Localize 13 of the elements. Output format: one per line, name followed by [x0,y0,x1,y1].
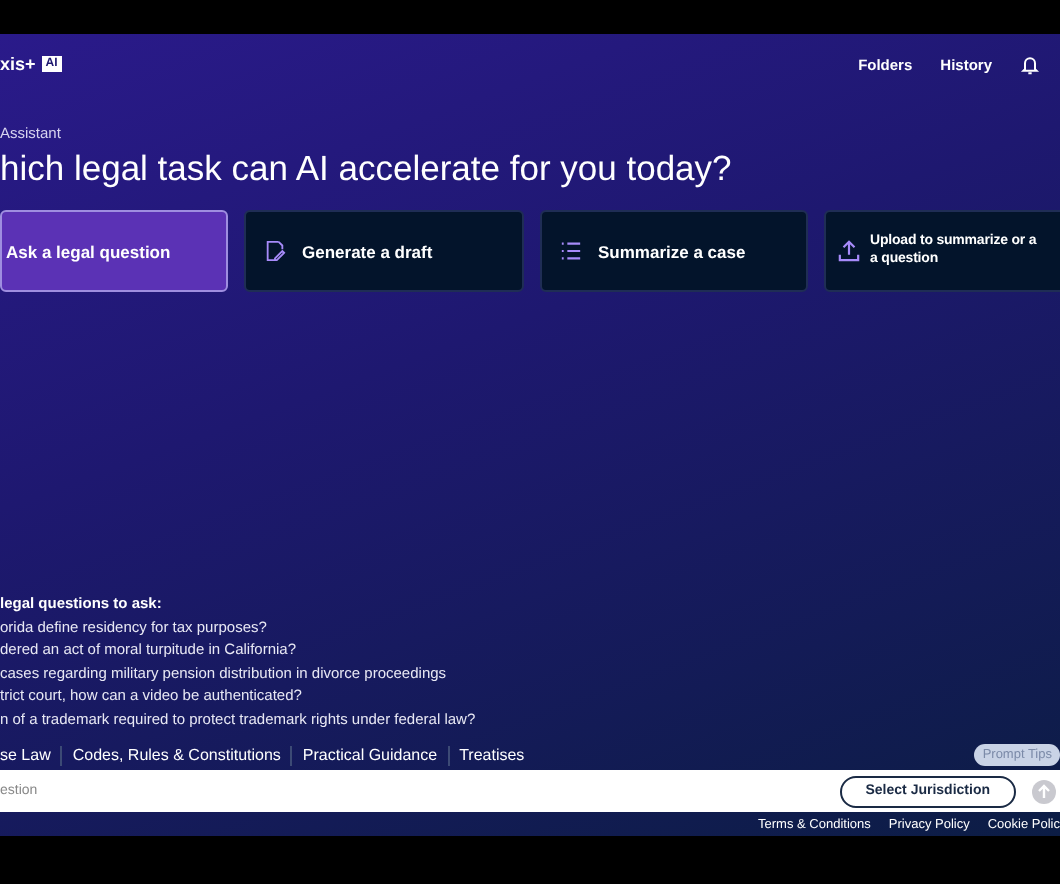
task-card[interactable]: Summarize a case [540,210,808,292]
list-icon [560,240,582,262]
source-filter-link[interactable]: Codes, Rules & Constitutions [72,746,281,764]
source-filter-link[interactable]: Practical Guidance [302,746,438,764]
page-heading: hich legal task can AI accelerate for you today? [0,148,734,190]
source-filter-link[interactable]: se Law [0,746,51,764]
logo-text: xis+ [0,54,36,74]
upload-icon [838,240,860,262]
source-filter-link[interactable]: Treatises [459,746,525,764]
bell-icon[interactable] [1020,53,1040,75]
task-card[interactable]: Ask a legal question [0,210,228,292]
task-card[interactable]: Generate a draft [244,210,524,292]
document-pen-icon [264,240,286,262]
